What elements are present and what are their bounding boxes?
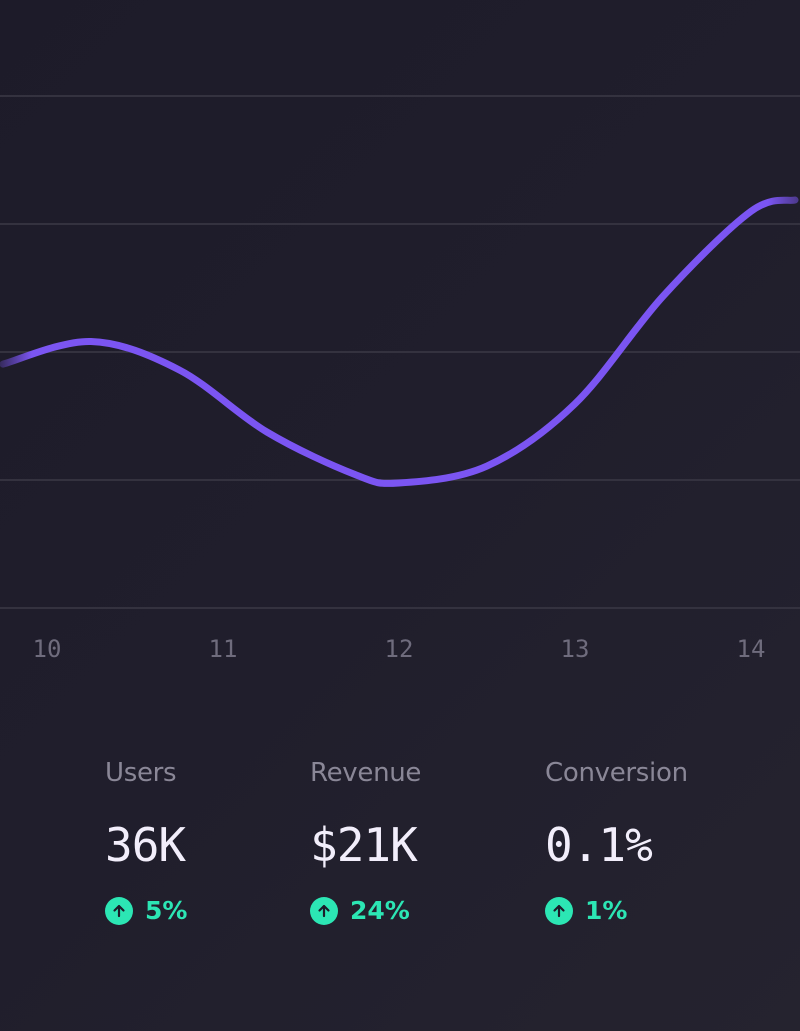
x-tick-label: 11 (209, 635, 238, 663)
stat-conversion: Conversion 0.1% 1% (545, 758, 688, 925)
x-tick-label: 12 (385, 635, 414, 663)
x-axis-ticks: 10 11 12 13 14 (33, 635, 766, 663)
stat-label: Users (105, 758, 177, 788)
stat-users: Users 36K 5% (105, 758, 187, 925)
stat-delta: 1% (545, 896, 688, 925)
chart-grid (0, 95, 800, 609)
delta-value: 1% (585, 896, 628, 925)
series-line (0, 196, 799, 487)
delta-value: 24% (350, 896, 410, 925)
arrow-up-circle-icon (545, 896, 573, 925)
stat-delta: 5% (105, 896, 187, 925)
stats-row: Users 36K 5% Revenue $21K 24% Conversion… (0, 758, 800, 958)
stat-revenue: Revenue $21K 24% (310, 758, 421, 925)
stat-value: 36K (105, 818, 186, 872)
x-tick-label: 13 (561, 635, 590, 663)
arrow-up-circle-icon (310, 896, 338, 925)
stat-value: $21K (310, 818, 418, 872)
x-tick-label: 14 (737, 635, 766, 663)
stat-label: Conversion (545, 758, 688, 788)
stat-label: Revenue (310, 758, 422, 788)
stat-value: 0.1% (545, 818, 653, 872)
arrow-up-circle-icon (105, 896, 133, 925)
stat-delta: 24% (310, 896, 421, 925)
delta-value: 5% (145, 896, 188, 925)
x-tick-label: 10 (33, 635, 62, 663)
line-chart: 10 11 12 13 14 (0, 95, 800, 663)
